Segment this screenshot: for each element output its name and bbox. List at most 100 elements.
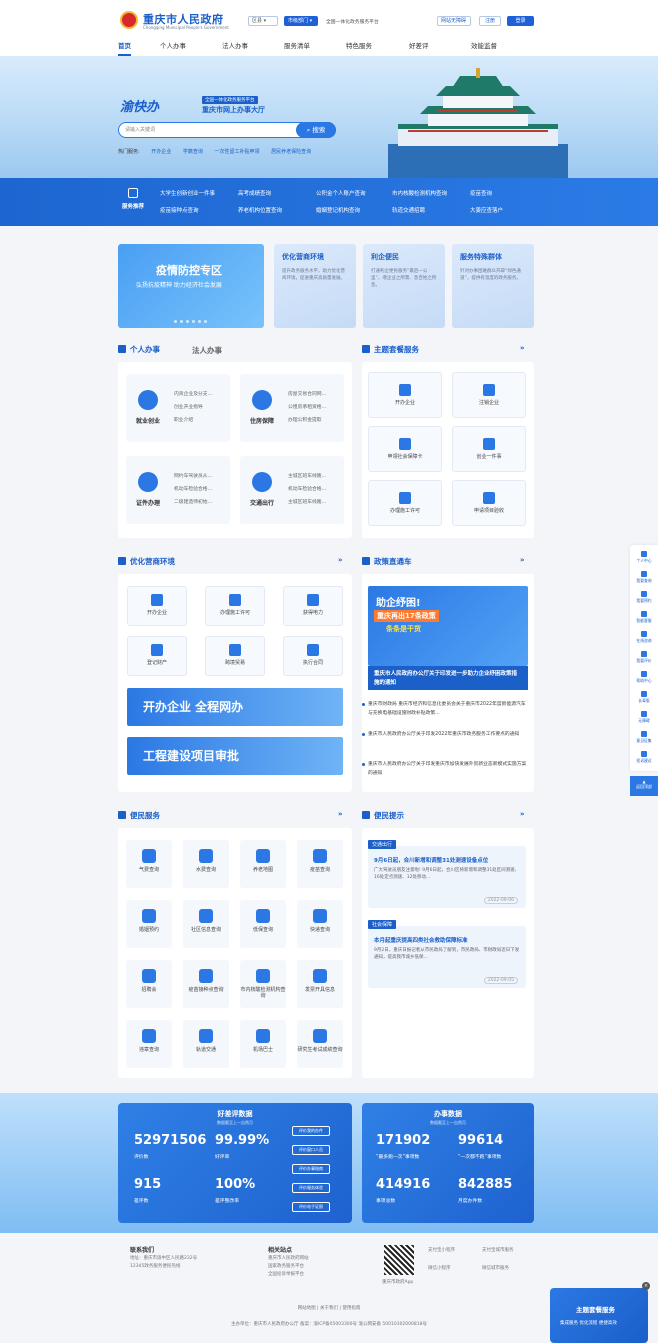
service-link[interactable]: 内资企业及分支... [174,388,212,401]
news-item[interactable]: 重庆市财政局 重庆市经济和信息化委员会关于重庆市2022年度新能源汽车与充换电基… [362,700,528,718]
tab-legal[interactable]: 法人办事 [192,345,222,356]
app-link[interactable]: 支付宝城市服务 [482,1247,514,1255]
tab-personal[interactable]: 个人办事 [118,344,160,355]
district-select[interactable]: 区县 ▾ [248,16,278,26]
sidebar-item[interactable]: 意见征集 [630,731,658,744]
service-link[interactable]: 房屋交易合同网... [288,388,326,401]
banner-project-approval[interactable]: 工程建设项目审批 [127,737,343,775]
app-link[interactable]: 微信城市服务 [482,1265,509,1273]
recommend-item[interactable]: 疫苗接种点查询 [160,206,199,214]
news-item[interactable]: 重庆市人民政府办公厅关于印发2022年重庆市政务服务工作要点的通知 [362,730,528,739]
app-link[interactable]: 微信小程序 [428,1265,451,1273]
search-button[interactable]: ⌕ 搜索 [296,121,336,138]
recommend-item[interactable]: 市内核酸检测机构查询 [392,189,447,197]
theme-tile[interactable]: 注销企业 [452,372,526,418]
business-tile[interactable]: 办理施工许可 [205,586,265,626]
life-tile[interactable]: 婚姻预约 [126,900,172,948]
service-link[interactable]: 机动车检验合格... [174,483,212,496]
business-tile[interactable]: 开办企业 [127,586,187,626]
promo-card-special-groups[interactable]: 服务特殊群体 针对办事困难群众开辟“绿色通道”，提供有温度的政务服务。 [452,244,534,328]
recommend-item[interactable]: 公积金个人账户查询 [316,189,366,197]
promo-card-convenience[interactable]: 利企便民 打通利企便民服务“最后一公里”，增企业之所需、急百姓之所急。 [363,244,445,328]
close-icon[interactable]: × [642,1282,650,1290]
life-tile[interactable]: 违章查询 [126,1020,172,1068]
business-tile[interactable]: 执行合同 [283,636,343,676]
recommend-item[interactable]: 大姜应查落户 [470,206,503,214]
sidebar-item[interactable]: 我要查询 [630,571,658,584]
recommend-item[interactable]: 疫苗查询 [470,189,492,197]
tip-card[interactable]: 社会保障 本月起重庆提高四类社会救助保障标准 9月2日，重庆日报记者从市民政局了… [368,920,526,988]
footer-link[interactable]: 全国投诉举报平台 [268,1271,309,1279]
theme-tile[interactable]: 申请项目验收 [452,480,526,526]
recommend-item[interactable]: 轨道交通招聘 [392,206,425,214]
service-link[interactable]: 创业开业指导 [174,401,212,414]
sidebar-item[interactable]: 智能客服 [630,611,658,624]
service-link[interactable]: 公租房承租资格... [288,401,326,414]
sidebar-item[interactable]: 投诉建议 [630,751,658,764]
sidebar-item[interactable]: 我要评价 [630,651,658,664]
life-tile[interactable]: 疫苗接种点查询 [183,960,229,1008]
sidebar-item[interactable]: 我要预约 [630,591,658,604]
epidemic-zone-card[interactable]: 疫情防控专区 弘扬抗疫精神 助力经济社会发展 [118,244,264,328]
life-tile[interactable]: 气费查询 [126,840,172,888]
life-tile[interactable]: 低保查询 [240,900,286,948]
accessibility-button[interactable]: 网站无障碍 [437,16,471,26]
tips-more-arrow-icon[interactable]: » [520,810,525,818]
nav-special[interactable]: 特色服务 [346,38,372,56]
footer-link[interactable]: 国家政务服务平台 [268,1263,309,1271]
service-link[interactable]: 办理公积金提取 [288,414,326,427]
nav-evaluation[interactable]: 好差评 [409,38,429,56]
dept-select[interactable]: 市级部门 ▾ [284,16,318,26]
recommend-item[interactable]: 大学生创新创业一件事 [160,189,215,197]
eval-button[interactable]: 评价办事指南 [292,1164,330,1174]
service-link[interactable]: 职业介绍 [174,414,212,427]
service-link[interactable]: 主城区班车线路... [288,470,326,483]
service-link[interactable]: 主城区班车线路... [288,496,326,509]
service-link[interactable]: 机动车检验合格... [288,483,326,496]
login-button[interactable]: 登录 [507,16,534,26]
theme-more-arrow-icon[interactable]: » [520,344,525,352]
hot-word[interactable]: 居民养老保险查询 [271,149,311,155]
eval-button[interactable]: 评价电子证照 [292,1202,330,1212]
theme-tile[interactable]: 开办企业 [368,372,442,418]
sidebar-item[interactable]: 无障碍 [630,711,658,724]
life-tile[interactable]: 轨道交通 [183,1020,229,1068]
sidebar-item[interactable]: 帮助中心 [630,671,658,684]
theme-tile[interactable]: 创业一件事 [452,426,526,472]
register-button[interactable]: 注册 [479,16,501,26]
service-card-housing[interactable]: 住房保障 房屋交易合同网... 公租房承租资格... 办理公积金提取 [240,374,344,442]
sidebar-item[interactable]: 在线咨询 [630,631,658,644]
life-tile[interactable]: 市内核酸检测机构查询 [240,960,286,1008]
theme-tile[interactable]: 申领社会保障卡 [368,426,442,472]
eval-button[interactable]: 评价我的办件 [292,1126,330,1136]
promo-card-business[interactable]: 优化营商环境 提升政务服务水平，助力优化营商环境，促进重庆高质量发展。 [274,244,356,328]
nav-supervision[interactable]: 效能监督 [471,38,497,56]
eval-button[interactable]: 评价窗口人员 [292,1145,330,1155]
app-link[interactable]: 支付宝小程序 [428,1247,455,1255]
policy-image[interactable]: 助企纾困! 重庆再出17条政策 条条是干货 [368,586,528,666]
life-tile[interactable]: 水费查询 [183,840,229,888]
floating-ad[interactable]: 主题套餐服务 集成服务 优化流程 便捷高效 [550,1288,648,1343]
life-tile[interactable]: 社区信息查询 [183,900,229,948]
business-more-arrow-icon[interactable]: » [338,556,343,564]
service-link[interactable]: 二级建造师初始... [174,496,212,509]
life-tile[interactable]: 发票开具信息 [297,960,343,1008]
eval-button[interactable]: 评价服务体验 [292,1183,330,1193]
life-tile[interactable]: 快递查询 [297,900,343,948]
news-item[interactable]: 重庆市人民政府办公厅关于印发重庆市加快发展外贸新业态新模式实施方案的通知 [362,760,528,778]
sidebar-item[interactable]: 个人中心 [630,551,658,564]
theme-tile[interactable]: 办理施工许可 [368,480,442,526]
nav-home[interactable]: 首页 [118,38,131,56]
recommend-item[interactable]: 高考成绩查询 [238,189,271,197]
service-card-transport[interactable]: 交通出行 主城区班车线路... 机动车检验合格... 主城区班车线路... [240,456,344,524]
policy-more-arrow-icon[interactable]: » [520,556,525,564]
life-tile[interactable]: 养老地图 [240,840,286,888]
footer-link[interactable]: 重庆市人民政府网站 [268,1255,309,1263]
nav-personal[interactable]: 个人办事 [160,38,186,56]
recommend-item[interactable]: 养老机构位置查询 [238,206,282,214]
business-tile[interactable]: 跨境贸易 [205,636,265,676]
life-tile[interactable]: 招聘会 [126,960,172,1008]
nav-legal[interactable]: 法人办事 [222,38,248,56]
search-input[interactable]: 请输入关键词 [125,126,155,133]
life-more-arrow-icon[interactable]: » [338,810,343,818]
